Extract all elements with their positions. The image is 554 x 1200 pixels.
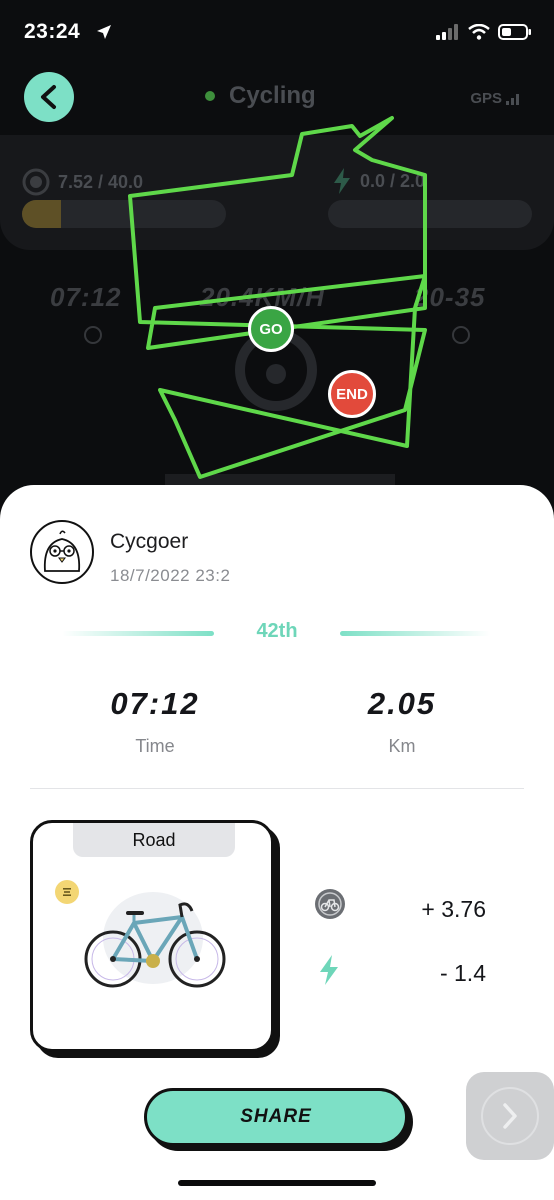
- status-icons: [436, 24, 532, 40]
- distance-value: 2.05: [367, 686, 437, 721]
- route-path: [128, 116, 427, 479]
- time-value: 07:12: [110, 686, 200, 721]
- home-indicator: [178, 1180, 376, 1186]
- bike-type-label: Road: [73, 823, 235, 857]
- next-button[interactable]: [466, 1072, 554, 1160]
- distance-label: Km: [388, 736, 416, 756]
- energy-cost-value: - 1.4: [439, 960, 486, 986]
- rarity-badge-icon: [55, 880, 79, 904]
- route-start-marker: GO: [248, 306, 294, 352]
- energy-cost-icon: [320, 955, 338, 985]
- bike-card[interactable]: Road: [30, 820, 274, 1052]
- rank-label: 42th: [256, 620, 298, 642]
- bird-avatar-icon: [43, 530, 81, 572]
- route-end-marker: END: [328, 370, 376, 418]
- section-divider: [30, 788, 524, 789]
- status-bar: 23:24: [0, 0, 554, 60]
- route-map: [128, 116, 427, 496]
- signal-icon: [436, 24, 458, 40]
- avatar: [30, 520, 94, 584]
- wifi-icon: [468, 24, 490, 40]
- chevron-right-icon: [503, 1103, 517, 1129]
- share-button[interactable]: SHARE: [144, 1088, 408, 1146]
- activity-date: 18/7/2022 23:2: [110, 566, 231, 585]
- rank-divider-left: [62, 631, 214, 636]
- rank-divider-right: [340, 631, 490, 636]
- road-bike-icon: [84, 892, 226, 988]
- location-arrow-icon: [97, 25, 111, 39]
- coin-reward-value: + 3.76: [421, 896, 486, 922]
- speedometer-hub: [266, 364, 286, 384]
- user-name: Cycgoer: [110, 530, 189, 553]
- battery-icon: [498, 24, 531, 40]
- next-button-ring: [481, 1087, 539, 1145]
- time-label: Time: [135, 736, 175, 756]
- status-time: 23:24: [24, 20, 81, 43]
- coin-reward-icon: [315, 889, 345, 919]
